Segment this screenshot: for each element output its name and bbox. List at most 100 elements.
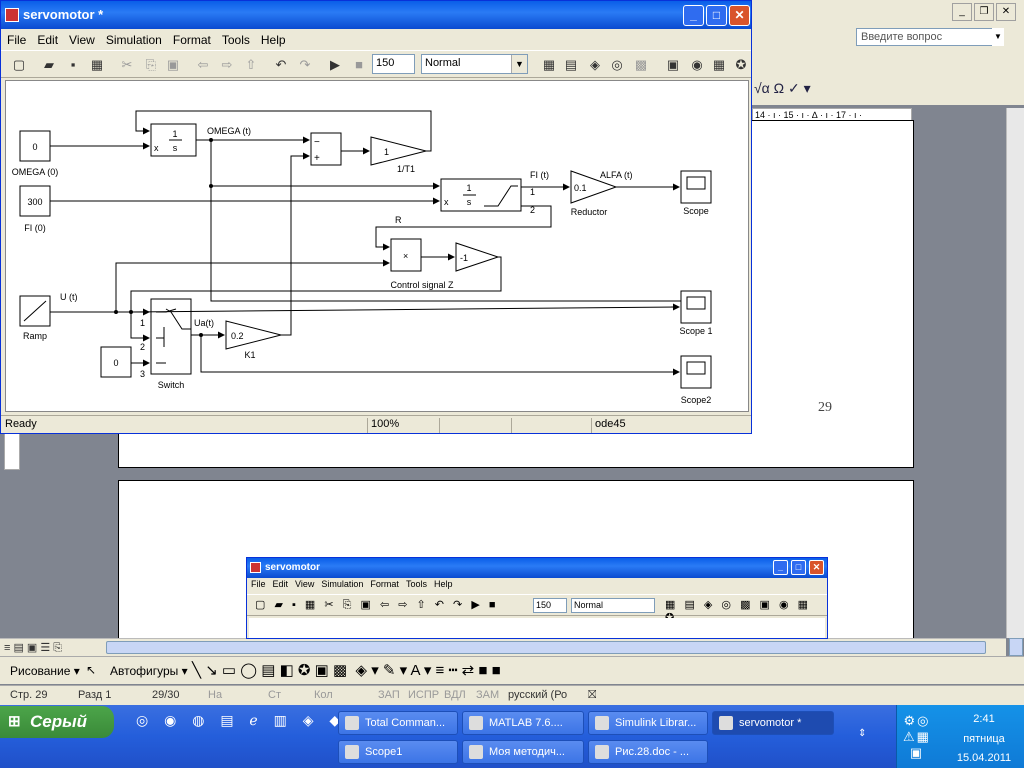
sl2-minimize-button[interactable]: _	[773, 560, 788, 575]
simulink-model-window: servomotor * _ □ ✕ File Edit View Simulatio…	[0, 0, 752, 434]
model-browser-icon[interactable]: ▦	[711, 57, 727, 73]
sl2-menu-edit[interactable]: Edit	[269, 578, 292, 589]
taskbar-methodics-doc[interactable]: Моя методич...	[462, 740, 584, 764]
switch-in3-label: 3	[140, 369, 145, 379]
junction-omega	[209, 138, 213, 142]
forward-icon[interactable]: ⇨	[219, 57, 235, 73]
drawing-toolbar: Рисование ▾ ↖ Автофигуры ▾ ╲ ↘ ▭ ◯ ▤ ◧ ✪…	[0, 656, 1024, 684]
minimize-button[interactable]: _	[683, 5, 704, 26]
maximize-button[interactable]: □	[706, 5, 727, 26]
help-dropdown-icon[interactable]: ▼	[992, 28, 1004, 46]
spelling-status-icon[interactable]: ⛝	[588, 689, 596, 702]
sl2-toolbar: ▢ ▰ ▪ ▦ ✂ ⎘ ▣ ⇦ ⇨ ⇧ ↶ ↷ ▶ ■ 150 Normal ▦…	[247, 594, 827, 624]
switch-in1-label: 1	[140, 318, 145, 328]
open-icon[interactable]: ▰	[41, 57, 57, 73]
word-minimize-button[interactable]: _	[952, 3, 972, 21]
update-diagram-icon[interactable]: ▤	[563, 57, 579, 73]
status-ext[interactable]: ВДЛ	[444, 689, 466, 701]
sl2-close-button[interactable]: ✕	[809, 560, 824, 575]
up-icon[interactable]: ⇧	[243, 57, 259, 73]
close-button[interactable]: ✕	[729, 5, 750, 26]
taskbar-scope1[interactable]: Scope1	[338, 740, 458, 764]
hscroll-thumb[interactable]	[106, 641, 986, 654]
copy-icon[interactable]: ⎘	[143, 57, 159, 73]
horizontal-scrollbar[interactable]: ≡ ▤ ▣ ☰ ⎘	[0, 638, 1006, 656]
sl2-menu-simulation[interactable]: Simulation	[317, 578, 366, 589]
k1-value: 0.2	[231, 331, 244, 341]
debug-icon[interactable]: ▩	[633, 57, 649, 73]
select-objects-icon[interactable]: ↖	[86, 663, 96, 677]
view-mode-icons[interactable]: ≡ ▤ ▣ ☰ ⎘	[4, 641, 62, 655]
start-simulation-icon[interactable]: ▶	[327, 57, 343, 73]
new-model-icon[interactable]: ▢	[11, 57, 27, 73]
model-canvas[interactable]: 0 OMEGA (0) 300 FI (0) Ramp 0 Switch 1 s…	[5, 80, 749, 412]
draw-menu[interactable]: Рисование ▾	[10, 664, 80, 678]
word-restore-button[interactable]: ❐	[974, 3, 994, 21]
sl2-maximize-button[interactable]: □	[791, 560, 806, 575]
sl2-menu-tools[interactable]: Tools	[402, 578, 430, 589]
limited-integrator-block[interactable]	[440, 178, 522, 212]
start-button[interactable]: ⊞ Серый	[0, 706, 114, 738]
stop-simulation-icon[interactable]: ■	[351, 57, 367, 73]
undo-icon[interactable]: ↶	[273, 57, 289, 73]
taskbar-fig28-doc[interactable]: Рис.28.doc - ...	[588, 740, 708, 764]
quick-launch-icons[interactable]: ◎ ◉ ◍ ▤ ℯ ▥ ◈ ◆	[136, 712, 346, 729]
model-explorer-icon[interactable]: ◉	[689, 57, 705, 73]
status-language[interactable]: русский (Ро	[508, 689, 567, 701]
menu-file[interactable]: File	[1, 29, 31, 47]
scope-block[interactable]	[680, 170, 712, 204]
taskbar-matlab[interactable]: MATLAB 7.6....	[462, 711, 584, 735]
refresh-icon[interactable]: ◈	[587, 57, 603, 73]
simulation-mode-select[interactable]: Normal ▼	[421, 54, 528, 74]
word-close-button[interactable]: ✕	[996, 3, 1016, 21]
stop-time-input[interactable]: 150	[372, 54, 415, 74]
paste-icon[interactable]: ▣	[165, 57, 181, 73]
simulink-titlebar[interactable]: servomotor * _ □ ✕	[1, 1, 751, 29]
taskbar-scroll-icon[interactable]: ⇕	[858, 728, 866, 739]
build-icon[interactable]: ▦	[541, 57, 557, 73]
scroll-thumb[interactable]	[1009, 638, 1023, 656]
sl2-titlebar[interactable]: servomotor _ □ ✕	[247, 558, 827, 578]
scope1-block[interactable]	[680, 290, 712, 324]
sl2-sim-mode-select[interactable]: Normal	[571, 598, 655, 613]
menu-view[interactable]: View	[63, 29, 100, 47]
back-icon[interactable]: ⇦	[195, 57, 211, 73]
taskbar-total-commander[interactable]: Total Comman...	[338, 711, 458, 735]
taskbar-servomotor[interactable]: servomotor *	[712, 711, 834, 735]
cut-icon[interactable]: ✂	[119, 57, 135, 73]
autoshapes-menu[interactable]: Автофигуры ▾	[110, 664, 188, 678]
status-ovr[interactable]: ЗАМ	[476, 689, 499, 701]
gain-1-t1-block[interactable]	[370, 136, 427, 166]
sl2-stop-time-input[interactable]: 150	[533, 598, 567, 613]
menu-simulation[interactable]: Simulation	[100, 29, 167, 47]
sl2-menu-file[interactable]: File	[247, 578, 269, 589]
tray-icons[interactable]: ⚙◎ ⚠▦ ▣	[903, 713, 931, 761]
signal-fi-label: FI (t)	[530, 170, 549, 180]
vertical-scrollbar[interactable]: ▼	[1006, 108, 1024, 679]
menu-help[interactable]: Help	[255, 29, 291, 47]
sl2-canvas[interactable]	[249, 618, 825, 638]
save-icon[interactable]: ▪	[65, 57, 81, 73]
redo-icon[interactable]: ↷	[297, 57, 313, 73]
menu-edit[interactable]: Edit	[31, 29, 63, 47]
status-rec[interactable]: ЗАП	[378, 689, 400, 701]
menu-tools[interactable]: Tools	[216, 29, 255, 47]
chevron-down-icon[interactable]: ▼	[511, 55, 527, 73]
taskbar-simulink-library[interactable]: Simulink Librar...	[588, 711, 708, 735]
word-equation-toolbar[interactable]: √α Ω ✓ ▾	[754, 80, 811, 97]
sl2-menu-help[interactable]: Help	[430, 578, 456, 589]
subsystem-icon[interactable]: ◎	[609, 57, 625, 73]
shape-tools-icons[interactable]: ╲ ↘ ▭ ◯ ▤ ◧ ✪ ▣ ▩ ◈ ▾ ✎ ▾ A ▾ ≡ ┅ ⇄ ■ ■	[192, 661, 501, 679]
debugger-icon[interactable]: ✪	[733, 57, 749, 73]
sl2-menu-view[interactable]: View	[291, 578, 317, 589]
menu-format[interactable]: Format	[167, 29, 216, 47]
sl2-menu-format[interactable]: Format	[366, 578, 402, 589]
scope2-block[interactable]	[680, 355, 712, 389]
library-browser-icon[interactable]: ▣	[665, 57, 681, 73]
clock-time[interactable]: 2:41	[949, 713, 1019, 725]
help-search-input[interactable]: Введите вопрос	[856, 28, 1004, 46]
omega0-value: 0	[32, 142, 37, 152]
sl2-toolbar-icons[interactable]: ▢ ▰ ▪ ▦ ✂ ⎘ ▣ ⇦ ⇨ ⇧ ↶ ↷ ▶ ■	[255, 598, 498, 612]
print-icon[interactable]: ▦	[89, 57, 105, 73]
status-trk[interactable]: ИСПР	[408, 689, 439, 701]
